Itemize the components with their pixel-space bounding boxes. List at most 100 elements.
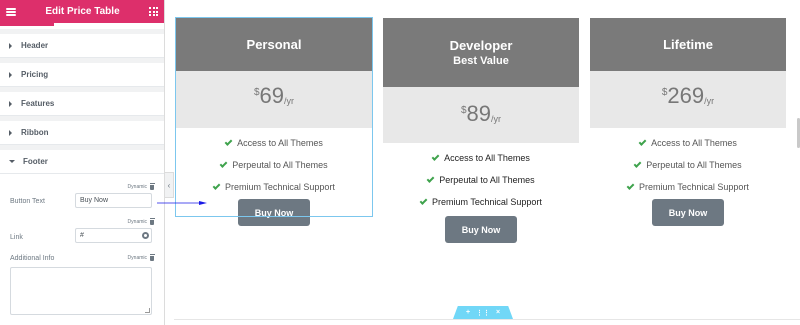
section-label: Ribbon xyxy=(21,128,49,137)
gear-icon[interactable] xyxy=(142,232,149,239)
panel-collapse-handle[interactable]: ‹ xyxy=(165,172,174,198)
feature-text: Premium Technical Support xyxy=(225,182,335,192)
caret-down-icon xyxy=(9,160,15,163)
check-icon xyxy=(426,174,435,183)
active-tab-indicator xyxy=(0,23,54,26)
annotation-arrow-icon xyxy=(157,201,207,205)
feature-item: Access to All Themes xyxy=(590,132,786,154)
dynamic-label: Dynamic xyxy=(127,255,147,261)
section-label: Pricing xyxy=(21,70,49,79)
resize-grip-icon[interactable] xyxy=(145,308,150,313)
section-footer[interactable]: Footer xyxy=(0,150,164,174)
check-icon xyxy=(224,137,233,146)
price-table-personal[interactable]: Personal $ 69 /yr Access to All Themes P… xyxy=(175,17,373,226)
feature-text: Access to All Themes xyxy=(237,138,323,148)
feature-item: Access to All Themes xyxy=(176,132,372,154)
footer-controls: Dynamic Button Text Buy Now Dynamic Link… xyxy=(0,174,164,325)
feature-text: Access to All Themes xyxy=(651,138,737,148)
section-header[interactable]: Header xyxy=(0,34,164,58)
feature-item: Perpeutal to All Themes xyxy=(176,154,372,176)
price-period: /yr xyxy=(491,114,502,124)
price-period: /yr xyxy=(704,96,715,106)
card-price: $ 69 /yr xyxy=(176,71,372,128)
feature-item: Premium Technical Support xyxy=(590,176,786,198)
link-value: # xyxy=(80,232,84,239)
feature-text: Perpeutal to All Themes xyxy=(646,160,742,170)
menu-icon[interactable] xyxy=(6,7,16,16)
dynamic-tag-button[interactable]: Dynamic xyxy=(127,183,155,190)
panel-tabs xyxy=(0,23,164,29)
caret-right-icon xyxy=(9,42,12,49)
card-price: $ 269 /yr xyxy=(590,71,786,128)
link-input[interactable]: # xyxy=(75,228,152,243)
card-header: Personal xyxy=(176,18,372,71)
feature-item: Access to All Themes xyxy=(383,147,579,169)
price-amount: 89 xyxy=(466,101,492,126)
card-title: Developer xyxy=(449,38,513,53)
additional-info-textarea[interactable] xyxy=(10,267,152,315)
caret-right-icon xyxy=(9,100,12,107)
link-label: Link xyxy=(10,234,23,241)
card-title: Lifetime xyxy=(663,37,713,52)
check-icon xyxy=(626,181,635,190)
feature-list: Access to All Themes Perpeutal to All Th… xyxy=(176,128,372,198)
check-icon xyxy=(431,152,440,161)
buy-now-button[interactable]: Buy Now xyxy=(238,199,310,226)
trash-icon[interactable] xyxy=(149,218,155,225)
caret-right-icon xyxy=(9,129,12,136)
panel-header: Edit Price Table xyxy=(0,0,164,23)
check-icon xyxy=(219,159,228,168)
price-amount: 69 xyxy=(259,83,285,108)
feature-list: Access to All Themes Perpeutal to All Th… xyxy=(590,128,786,198)
card-subtitle: Best Value xyxy=(453,55,509,67)
feature-text: Perpeutal to All Themes xyxy=(439,175,535,185)
check-icon xyxy=(212,181,221,190)
card-price: $ 89 /yr xyxy=(383,87,579,143)
feature-text: Premium Technical Support xyxy=(639,182,749,192)
section-features[interactable]: Features xyxy=(0,92,164,116)
section-label: Header xyxy=(21,41,49,50)
feature-list: Access to All Themes Perpeutal to All Th… xyxy=(383,143,579,213)
section-label: Footer xyxy=(23,157,48,166)
feature-item: Premium Technical Support xyxy=(176,176,372,198)
feature-item: Perpeutal to All Themes xyxy=(590,154,786,176)
trash-icon[interactable] xyxy=(149,254,155,261)
check-icon xyxy=(633,159,642,168)
buy-now-button[interactable]: Buy Now xyxy=(445,216,517,243)
button-text-label: Button Text xyxy=(10,198,45,205)
trash-icon[interactable] xyxy=(149,183,155,190)
check-icon xyxy=(638,137,647,146)
price-amount: 269 xyxy=(667,83,705,108)
add-icon[interactable]: + xyxy=(466,309,470,316)
buy-now-button[interactable]: Buy Now xyxy=(652,199,724,226)
feature-item: Premium Technical Support xyxy=(383,191,579,213)
card-header: Developer Best Value xyxy=(383,18,579,87)
section-ribbon[interactable]: Ribbon xyxy=(0,121,164,145)
dynamic-label: Dynamic xyxy=(127,184,147,190)
feature-item: Perpeutal to All Themes xyxy=(383,169,579,191)
close-icon[interactable]: × xyxy=(496,309,500,316)
caret-right-icon xyxy=(9,71,12,78)
section-label: Features xyxy=(21,99,55,108)
dynamic-tag-button[interactable]: Dynamic xyxy=(127,254,155,261)
section-pricing[interactable]: Pricing xyxy=(0,63,164,87)
button-text-input[interactable]: Buy Now xyxy=(75,193,152,208)
price-period: /yr xyxy=(284,96,295,106)
feature-text: Perpeutal to All Themes xyxy=(232,160,328,170)
section-divider xyxy=(174,319,800,320)
drag-handle-icon[interactable]: ⋮⋮ xyxy=(476,309,490,317)
editor-panel: Edit Price Table Header Pricing Features… xyxy=(0,0,165,325)
check-icon xyxy=(419,196,428,205)
feature-text: Access to All Themes xyxy=(444,153,530,163)
feature-text: Premium Technical Support xyxy=(432,197,542,207)
dynamic-tag-button[interactable]: Dynamic xyxy=(127,218,155,225)
panel-title: Edit Price Table xyxy=(45,6,120,17)
dynamic-label: Dynamic xyxy=(127,219,147,225)
price-table-lifetime[interactable]: Lifetime $ 269 /yr Access to All Themes … xyxy=(590,18,786,226)
section-handle: + ⋮⋮ × xyxy=(453,306,513,319)
price-table-developer[interactable]: Developer Best Value $ 89 /yr Access to … xyxy=(383,18,579,243)
widgets-grid-icon[interactable] xyxy=(149,7,158,16)
additional-info-label: Additional Info xyxy=(10,255,55,262)
card-title: Personal xyxy=(246,37,302,52)
card-header: Lifetime xyxy=(590,18,786,71)
